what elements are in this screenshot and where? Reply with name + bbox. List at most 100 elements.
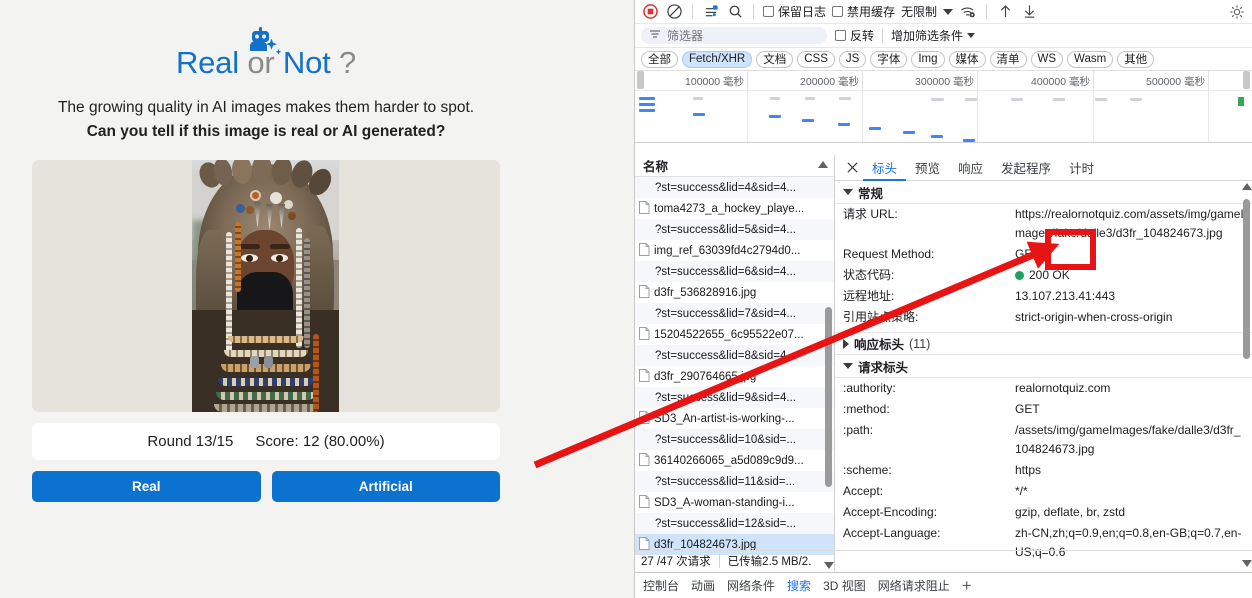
request-name: ?st=success&lid=12&sid=... — [655, 517, 796, 530]
request-header-rows: :authority: realornotquiz.com:method: GET:… — [835, 378, 1252, 563]
search-icon[interactable] — [726, 3, 744, 21]
header-row: Request Method: GET — [835, 244, 1252, 265]
quiz-subtitle: The growing quality in AI images makes t… — [32, 96, 500, 143]
overview-right-handle[interactable] — [1243, 71, 1250, 89]
artificial-button[interactable]: Artificial — [271, 471, 500, 502]
record-stop-icon[interactable] — [641, 3, 659, 21]
drawer-tab-3[interactable]: 搜索 — [787, 577, 811, 594]
more-filters-dropdown[interactable]: 增加筛选条件 — [891, 27, 976, 44]
chevron-down-icon[interactable] — [967, 33, 976, 38]
arrow-up-icon[interactable] — [996, 3, 1014, 21]
arrow-down-icon[interactable] — [1020, 3, 1038, 21]
filter-bar: 筛选器 反转 增加筛选条件 — [635, 24, 1252, 48]
timeline-tick: 500000 毫秒 — [1146, 71, 1209, 91]
more-filters-label: 增加筛选条件 — [891, 29, 964, 43]
request-name: ?st=success&lid=11&sid=... — [655, 475, 796, 488]
request-row[interactable]: toma4273_a_hockey_playe... — [635, 198, 834, 219]
details-tab-3[interactable]: 发起程序 — [992, 155, 1060, 181]
request-row[interactable]: ?st=success&lid=12&sid=... — [635, 513, 834, 534]
type-chip--[interactable]: 其他 — [1117, 50, 1155, 68]
request-row[interactable]: ?st=success&lid=8&sid=4... — [635, 345, 834, 366]
sort-ascending-icon[interactable] — [818, 161, 828, 168]
title-real: Real — [175, 45, 239, 80]
request-headers-section-header[interactable]: 请求标头 — [835, 355, 1252, 378]
request-row[interactable]: ?st=success&lid=4&sid=4... — [635, 177, 834, 198]
type-chip-fetch-xhr[interactable]: Fetch/XHR — [682, 50, 753, 68]
type-chip--[interactable]: 全部 — [641, 50, 678, 68]
request-list-scrollbar[interactable] — [824, 177, 834, 571]
general-section-header[interactable]: 常规 — [835, 181, 1252, 204]
request-row[interactable]: ?st=success&lid=9&sid=4... — [635, 387, 834, 408]
type-chip--[interactable]: 清单 — [989, 50, 1027, 68]
header-value: 200 OK — [1015, 266, 1244, 285]
filter-input[interactable]: 筛选器 — [641, 27, 827, 44]
header-row: Accept: */* — [835, 481, 1252, 502]
drawer-tab-4[interactable]: 3D 视图 — [823, 577, 866, 594]
drawer-tab-0[interactable]: 控制台 — [643, 577, 679, 594]
request-name: d3fr_536828916.jpg — [654, 286, 757, 299]
details-tab-2[interactable]: 响应 — [949, 155, 992, 181]
type-chip--[interactable]: 媒体 — [948, 50, 986, 68]
details-tab-4[interactable]: 计时 — [1060, 155, 1103, 181]
gear-icon[interactable] — [1228, 3, 1246, 21]
transferred-size: 已传输2.5 MB/2. — [727, 556, 812, 568]
timeline-tick: 100000 毫秒 — [685, 71, 748, 91]
type-chip-wasm[interactable]: Wasm — [1067, 50, 1114, 68]
drawer-tab-5[interactable]: 网络请求阻止 — [878, 577, 950, 594]
request-row[interactable]: 36140266065_a5d089c9d9... — [635, 450, 834, 471]
request-list-scroll-thumb[interactable] — [825, 307, 832, 487]
request-row[interactable]: d3fr_536828916.jpg — [635, 282, 834, 303]
type-chip--[interactable]: 字体 — [870, 50, 908, 68]
invert-checkbox-box[interactable] — [835, 30, 846, 41]
request-rows: ?st=success&lid=4&sid=4... toma4273_a_hoc… — [635, 177, 834, 555]
clear-prohibited-icon[interactable] — [665, 3, 683, 21]
throttle-select-value[interactable]: 无限制 — [901, 3, 937, 20]
page-title: Real or Not ? — [32, 44, 500, 82]
triangle-down-icon — [843, 189, 853, 195]
type-chip-css[interactable]: CSS — [797, 50, 835, 68]
disable-cache-checkbox[interactable]: 禁用缓存 — [832, 3, 895, 20]
details-tab-0[interactable]: 标头 — [863, 155, 906, 181]
request-row[interactable]: d3fr_290764665.jpg — [635, 366, 834, 387]
type-chip-ws[interactable]: WS — [1030, 50, 1064, 68]
request-name: ?st=success&lid=9&sid=4... — [655, 391, 796, 404]
header-key: 远程地址: — [843, 289, 895, 303]
request-row[interactable]: ?st=success&lid=10&sid=... — [635, 429, 834, 450]
request-name: ?st=success&lid=4&sid=4... — [655, 181, 796, 194]
drawer-tab-2[interactable]: 网络条件 — [727, 577, 775, 594]
request-row[interactable]: SD3_An-artist-is-working-... — [635, 408, 834, 429]
preserve-log-checkbox-box[interactable] — [763, 6, 774, 17]
type-chip-img[interactable]: Img — [911, 50, 945, 68]
timeline-tick-label: 200000 毫秒 — [800, 76, 859, 88]
request-row[interactable]: img_ref_63039fd4c2794d0... — [635, 240, 834, 261]
type-chip-js[interactable]: JS — [838, 50, 867, 68]
disable-cache-checkbox-box[interactable] — [832, 6, 844, 17]
drawer-tab-1[interactable]: 动画 — [691, 577, 715, 594]
request-row[interactable]: ?st=success&lid=6&sid=4... — [635, 261, 834, 282]
chevron-down-icon[interactable] — [943, 8, 954, 15]
request-row[interactable]: 15204522655_6c95522e07... — [635, 324, 834, 345]
add-tab-button[interactable]: + — [962, 577, 972, 594]
details-scroll-thumb[interactable] — [1243, 199, 1250, 359]
details-tab-1[interactable]: 预览 — [906, 155, 949, 181]
quiz-image-card — [32, 160, 500, 412]
request-row[interactable]: ?st=success&lid=11&sid=... — [635, 471, 834, 492]
wifi-settings-icon[interactable] — [959, 3, 977, 21]
filter-settings-icon[interactable] — [702, 3, 720, 21]
request-row[interactable]: SD3_A-woman-standing-i... — [635, 492, 834, 513]
scroll-up-icon[interactable] — [1242, 183, 1252, 190]
general-section-title: 常规 — [858, 186, 884, 201]
request-row[interactable]: ?st=success&lid=5&sid=4... — [635, 219, 834, 240]
network-overview-timeline[interactable]: 100000 毫秒 200000 毫秒 300000 毫秒 400000 毫秒 5000… — [635, 71, 1252, 143]
close-icon[interactable] — [841, 157, 863, 179]
type-chip--[interactable]: 文档 — [756, 50, 794, 68]
real-button[interactable]: Real — [32, 471, 261, 502]
details-scrollbar[interactable] — [1241, 181, 1252, 571]
request-row[interactable]: ?st=success&lid=7&sid=4... — [635, 303, 834, 324]
response-headers-section-header[interactable]: 响应标头 (11) — [835, 332, 1252, 355]
document-icon — [639, 200, 650, 217]
invert-checkbox[interactable]: 反转 — [835, 27, 874, 44]
request-list-header[interactable]: 名称 — [635, 155, 834, 177]
overview-left-handle[interactable] — [637, 71, 644, 89]
preserve-log-checkbox[interactable]: 保留日志 — [763, 3, 826, 20]
